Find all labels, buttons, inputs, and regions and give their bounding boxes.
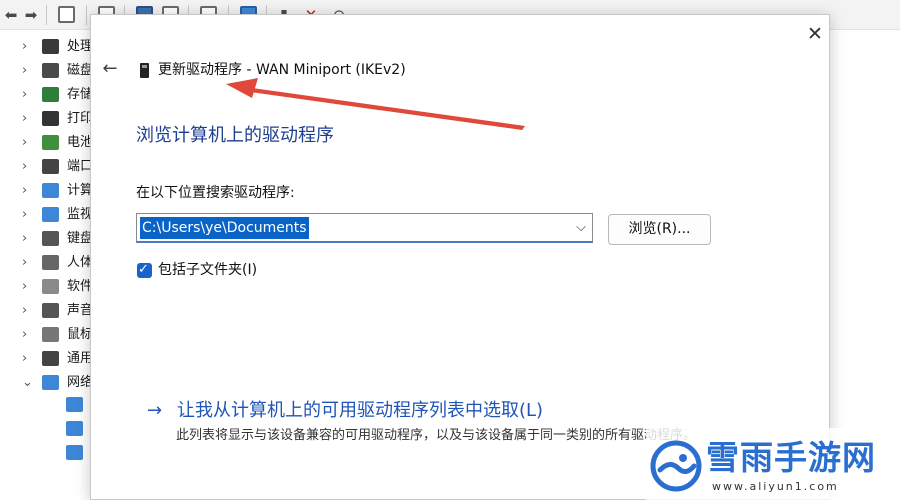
device-tree-item[interactable]: ›打印队列 xyxy=(0,107,119,131)
watermark-brand: 雪雨手游网 xyxy=(706,438,876,477)
browse-button[interactable]: 浏览(R)... xyxy=(608,214,711,245)
disk-drive-icon xyxy=(42,63,59,78)
device-tree-item[interactable]: ⌄网络适配器 xyxy=(0,371,132,395)
arrow-right-icon: → xyxy=(147,400,163,421)
back-nav-icon[interactable]: ⬅ xyxy=(2,6,20,24)
device-tree-item[interactable]: ›软件设备 xyxy=(0,275,119,299)
device-tree-item[interactable]: ›存储控制器 xyxy=(0,83,132,107)
network-adapter-icon xyxy=(42,375,59,390)
device-tree-item[interactable]: ›通用串行总线控制器 xyxy=(0,347,184,371)
hid-icon xyxy=(42,255,59,270)
dialog-title: 更新驱动程序 - WAN Miniport (IKEv2) xyxy=(158,62,406,78)
monitor-icon xyxy=(42,207,59,222)
processor-icon xyxy=(42,39,59,54)
software-device-icon xyxy=(42,279,59,294)
chevron-right-icon[interactable]: › xyxy=(22,134,27,152)
device-tree-item[interactable]: › 电池 xyxy=(0,131,100,155)
network-adapter-child-icon[interactable] xyxy=(66,445,83,460)
section-heading: 浏览计算机上的驱动程序 xyxy=(136,125,334,146)
chevron-right-icon[interactable]: › xyxy=(22,206,27,224)
toolbar-divider xyxy=(46,5,47,25)
forward-nav-icon[interactable]: ➡ xyxy=(22,6,40,24)
device-tree-item[interactable]: › 处理器 xyxy=(0,35,106,59)
battery-icon xyxy=(42,135,59,150)
driver-path-value[interactable]: C:\Users\ye\Documents xyxy=(140,217,309,239)
checkmark-icon: ✓ xyxy=(138,262,149,277)
device-tree-item[interactable]: ›磁盘驱动器 xyxy=(0,59,132,83)
include-subfolders-label[interactable]: 包括子文件夹(I) xyxy=(158,260,257,280)
chevron-right-icon[interactable]: › xyxy=(22,86,27,104)
pick-from-list-label[interactable]: 让我从计算机上的可用驱动程序列表中选取(L) xyxy=(177,397,543,425)
close-button[interactable]: ✕ xyxy=(800,19,830,49)
keyboard-icon xyxy=(42,231,59,246)
computer-icon xyxy=(42,183,59,198)
device-tree-item[interactable]: ›端口 (COM 和 LPT) xyxy=(0,155,182,179)
mouse-icon xyxy=(42,327,59,342)
network-adapter-child-icon[interactable] xyxy=(66,421,83,436)
chevron-right-icon[interactable]: › xyxy=(22,230,27,248)
watermark-url: www.aliyun1.com xyxy=(712,480,839,493)
network-device-icon xyxy=(140,63,149,78)
network-adapter-child-icon[interactable] xyxy=(66,397,83,412)
back-button[interactable]: ← xyxy=(97,57,123,81)
chevron-right-icon[interactable]: › xyxy=(22,62,27,80)
device-tree-item[interactable]: ›声音、视频和游戏控制器 xyxy=(0,299,210,323)
watermark-logo-icon xyxy=(650,440,702,492)
device-tree-item[interactable]: › 监视器 xyxy=(0,203,106,227)
chevron-right-icon[interactable]: › xyxy=(22,110,27,128)
storage-controller-icon xyxy=(42,87,59,102)
port-icon xyxy=(42,159,59,174)
device-tree-item[interactable]: › 键盘 xyxy=(0,227,100,251)
chevron-right-icon[interactable]: › xyxy=(22,254,27,272)
chevron-down-icon[interactable]: ⌵ xyxy=(576,218,586,238)
usb-icon xyxy=(42,351,59,366)
device-tree-item[interactable]: ›人体学输入设备 xyxy=(0,251,158,275)
speaker-icon xyxy=(42,303,59,318)
device-tree-item[interactable]: ›鼠标和其他指针设备 xyxy=(0,323,184,347)
driver-path-combobox[interactable]: C:\Users\ye\Documents ⌵ xyxy=(136,213,593,243)
toolbar-divider xyxy=(86,5,87,25)
chevron-down-icon[interactable]: ⌄ xyxy=(22,374,33,392)
printer-icon xyxy=(42,111,59,126)
search-location-label: 在以下位置搜索驱动程序: xyxy=(136,185,295,201)
include-subfolders-checkbox[interactable]: ✓ xyxy=(137,262,152,278)
device-tree-item[interactable]: › 计算机 xyxy=(0,179,106,203)
chevron-right-icon[interactable]: › xyxy=(22,38,27,56)
properties-icon[interactable] xyxy=(58,6,75,23)
chevron-right-icon[interactable]: › xyxy=(22,326,27,344)
chevron-right-icon[interactable]: › xyxy=(22,182,27,200)
chevron-right-icon[interactable]: › xyxy=(22,350,27,368)
chevron-right-icon[interactable]: › xyxy=(22,278,27,296)
chevron-right-icon[interactable]: › xyxy=(22,302,27,320)
chevron-right-icon[interactable]: › xyxy=(22,158,27,176)
device-tree: ›处理器›磁盘驱动器›存储控制器›打印队列›电池›端口 (COM 和 LPT)›… xyxy=(0,30,210,500)
